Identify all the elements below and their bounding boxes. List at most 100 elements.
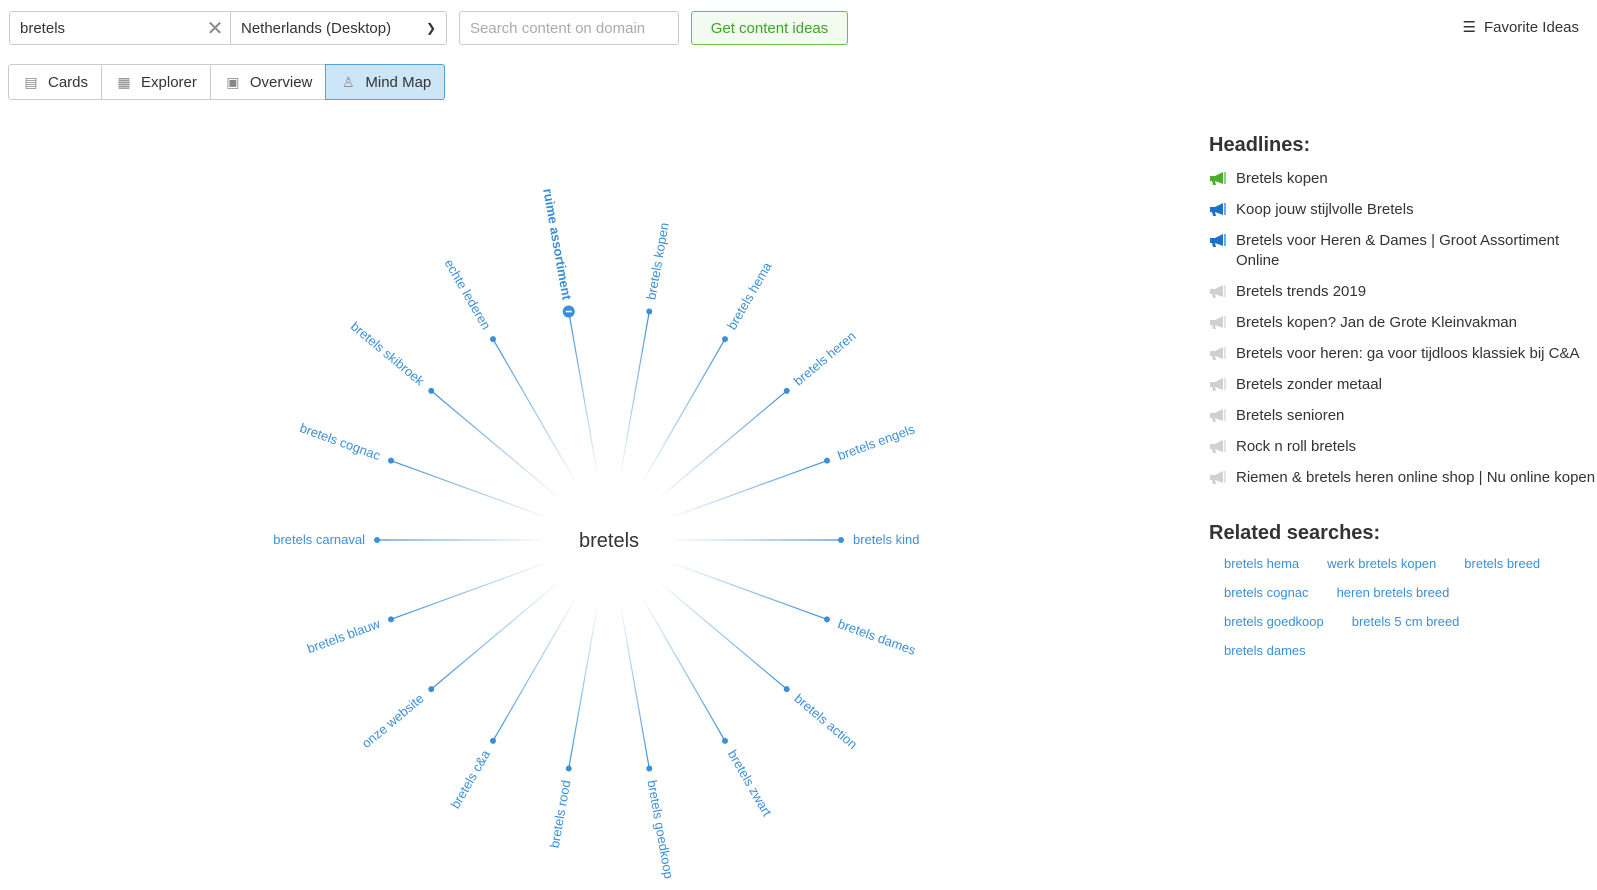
related-search-link[interactable]: bretels 5 cm breed bbox=[1352, 613, 1460, 631]
node-label[interactable]: bretels kind bbox=[853, 532, 919, 547]
favorite-ideas-button[interactable]: ☰ Favorite Ideas bbox=[1463, 18, 1580, 37]
megaphone-icon bbox=[1210, 409, 1226, 422]
node-label[interactable]: bretels heren bbox=[791, 328, 859, 388]
headline-text: Koop jouw stijlvolle Bretels bbox=[1236, 201, 1414, 218]
node-dot[interactable] bbox=[565, 765, 572, 772]
country-select[interactable]: Netherlands (Desktop) ❯ bbox=[230, 11, 447, 45]
node-label[interactable]: bretels blauw bbox=[305, 616, 383, 657]
tab-cards[interactable]: ▤ Cards bbox=[9, 65, 103, 99]
related-search-link[interactable]: heren bretels breed bbox=[1337, 584, 1450, 602]
node-dot[interactable] bbox=[722, 336, 728, 343]
related-search-link[interactable]: bretels cognac bbox=[1224, 584, 1309, 602]
keyword-value: bretels bbox=[20, 19, 66, 37]
node-label[interactable]: bretels skibroek bbox=[348, 319, 428, 389]
branch-line bbox=[618, 311, 650, 482]
headlines-list: Bretels kopen Koop jouw stijlvolle Bretel… bbox=[1209, 169, 1597, 488]
node-label[interactable]: ruime assortiment bbox=[540, 187, 574, 301]
node-dot[interactable] bbox=[490, 336, 496, 343]
tab-mind-map[interactable]: ♙ Mind Map bbox=[325, 64, 446, 100]
branch-line bbox=[430, 578, 564, 690]
headline-item[interactable]: Rock n roll bretels bbox=[1209, 437, 1597, 457]
tab-label: Cards bbox=[48, 73, 89, 91]
megaphone-icon bbox=[1210, 172, 1226, 185]
megaphone-icon bbox=[1210, 378, 1226, 391]
headline-item[interactable]: Bretels voor Heren & Dames | Groot Assor… bbox=[1209, 231, 1597, 271]
branch-line bbox=[430, 390, 564, 502]
branch-line bbox=[492, 338, 580, 489]
node-dot[interactable] bbox=[490, 737, 496, 744]
node-label[interactable]: onze website bbox=[359, 691, 427, 751]
node-dot[interactable] bbox=[428, 387, 435, 394]
related-title: Related searches: bbox=[1209, 522, 1381, 544]
node-dot[interactable] bbox=[783, 686, 790, 693]
domain-placeholder: Search content on domain bbox=[470, 19, 646, 37]
node-label[interactable]: bretels c&a bbox=[448, 747, 494, 811]
node-dot[interactable] bbox=[824, 616, 831, 623]
headline-item[interactable]: Bretels senioren bbox=[1209, 406, 1597, 426]
megaphone-icon bbox=[1210, 203, 1226, 216]
tab-label: Explorer bbox=[141, 73, 197, 91]
headline-item[interactable]: Bretels zonder metaal bbox=[1209, 375, 1597, 395]
headline-text: Bretels zonder metaal bbox=[1236, 376, 1382, 393]
node-label[interactable]: bretels dames bbox=[836, 616, 918, 658]
headline-item[interactable]: Bretels trends 2019 bbox=[1209, 282, 1597, 302]
node-dot[interactable] bbox=[722, 737, 728, 744]
related-search-link[interactable]: bretels breed bbox=[1464, 555, 1540, 573]
headline-item[interactable]: Bretels kopen bbox=[1209, 169, 1597, 189]
node-dot[interactable] bbox=[387, 457, 394, 464]
clear-icon[interactable]: ✕ bbox=[200, 16, 230, 41]
node-label[interactable]: bretels kopen bbox=[643, 221, 671, 300]
related-search-link[interactable]: werk bretels kopen bbox=[1327, 555, 1436, 573]
node-dot[interactable] bbox=[824, 457, 831, 464]
overview-icon: ▣ bbox=[226, 74, 240, 90]
get-content-ideas-button[interactable]: Get content ideas bbox=[691, 11, 848, 45]
node-label[interactable]: bretels rood bbox=[547, 779, 574, 849]
mind-map: bretels kind bretels dames bretels action b… bbox=[273, 187, 919, 880]
headline-text: Rock n roll bretels bbox=[1236, 438, 1357, 455]
node-label[interactable]: bretels goedkoop bbox=[644, 779, 676, 880]
node-label[interactable]: echte lederen bbox=[442, 256, 494, 332]
node-dot[interactable] bbox=[387, 616, 394, 623]
megaphone-icon bbox=[1210, 440, 1226, 453]
branch-line bbox=[638, 591, 726, 742]
headline-item[interactable]: Bretels voor heren: ga voor tijdloos kla… bbox=[1209, 344, 1597, 364]
button-label: Get content ideas bbox=[710, 19, 829, 37]
branch-line bbox=[492, 591, 580, 742]
related-search-link[interactable]: bretels hema bbox=[1224, 555, 1299, 573]
tab-explorer[interactable]: ▦ Explorer bbox=[102, 65, 211, 99]
node-dot[interactable] bbox=[428, 686, 435, 693]
headline-text: Bretels voor heren: ga voor tijdloos kla… bbox=[1236, 345, 1580, 362]
node-label[interactable]: bretels action bbox=[791, 691, 860, 752]
branch-line bbox=[654, 390, 788, 502]
center-node: bretels bbox=[579, 530, 639, 552]
node-label[interactable]: bretels carnaval bbox=[273, 532, 365, 547]
node-label[interactable]: bretels cognac bbox=[298, 420, 383, 463]
tab-overview[interactable]: ▣ Overview bbox=[211, 65, 327, 99]
related-search-link[interactable]: bretels goedkoop bbox=[1224, 613, 1324, 631]
node-label[interactable]: bretels engels bbox=[836, 421, 918, 463]
node-dot[interactable] bbox=[646, 765, 653, 772]
tab-label: Overview bbox=[249, 73, 313, 91]
headline-item[interactable]: Bretels kopen? Jan de Grote Kleinvakman bbox=[1209, 313, 1597, 333]
headline-item[interactable]: Riemen & bretels heren online shop | Nu … bbox=[1209, 468, 1597, 488]
side-panel: Headlines: Bretels kopen Koop jouw stijlv… bbox=[1209, 134, 1597, 671]
node-dot[interactable] bbox=[374, 537, 380, 543]
node-dot[interactable] bbox=[646, 308, 653, 315]
node-dot[interactable] bbox=[838, 537, 844, 543]
table-icon: ▦ bbox=[117, 74, 131, 90]
megaphone-icon bbox=[1210, 347, 1226, 360]
headline-text: Bretels senioren bbox=[1236, 407, 1345, 424]
headline-item[interactable]: Koop jouw stijlvolle Bretels bbox=[1209, 200, 1597, 220]
chevron-down-icon: ❯ bbox=[425, 21, 437, 35]
megaphone-icon bbox=[1210, 316, 1226, 329]
headline-text: Bretels trends 2019 bbox=[1236, 283, 1367, 300]
headline-text: Bretels kopen? Jan de Grote Kleinvakman bbox=[1236, 314, 1517, 331]
domain-search-input[interactable]: Search content on domain bbox=[459, 11, 679, 45]
node-dot[interactable] bbox=[783, 387, 790, 394]
branch-line bbox=[568, 598, 600, 769]
related-search-link[interactable]: bretels dames bbox=[1224, 642, 1306, 660]
node-label[interactable]: bretels zwart bbox=[725, 747, 775, 819]
headline-text: Bretels kopen bbox=[1236, 170, 1328, 187]
node-label[interactable]: bretels hema bbox=[724, 259, 775, 332]
keyword-input[interactable]: bretels ✕ bbox=[9, 11, 231, 45]
